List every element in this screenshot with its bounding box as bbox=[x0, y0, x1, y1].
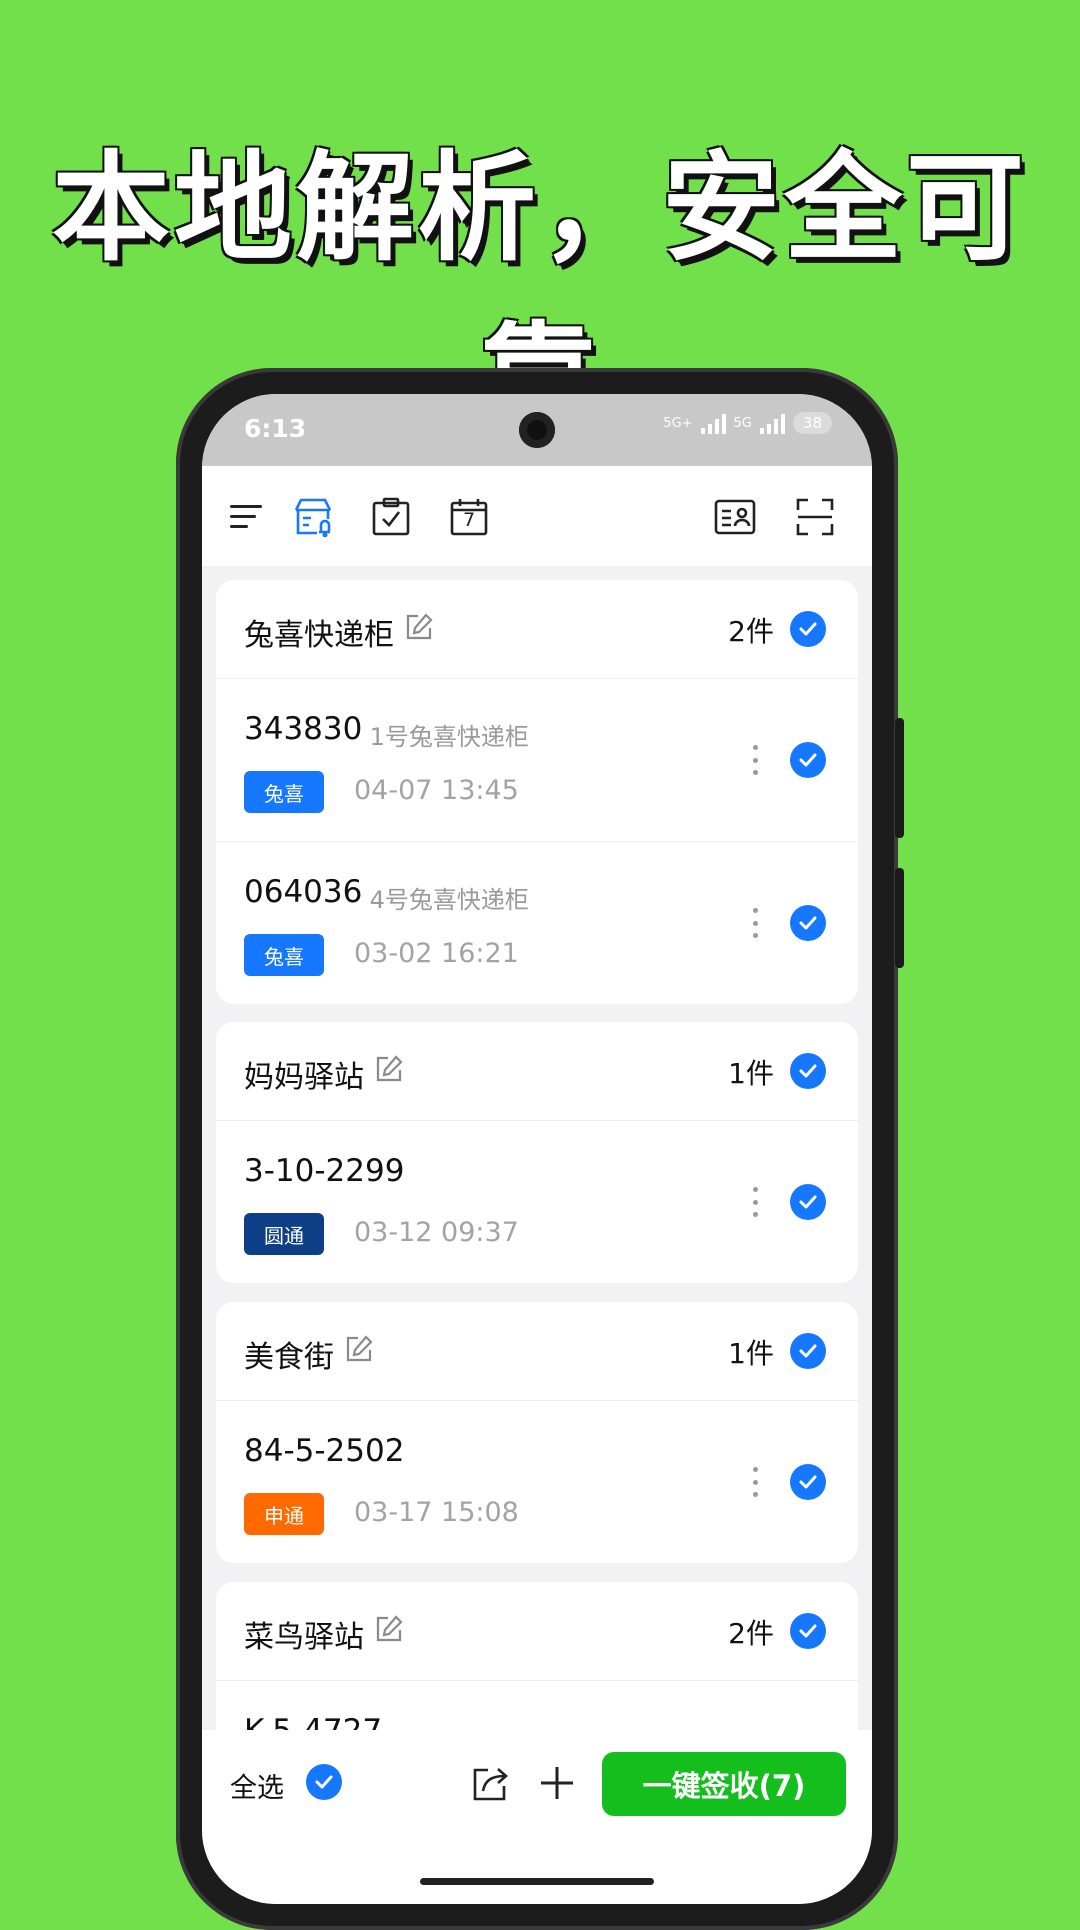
group-count: 2件 bbox=[728, 615, 774, 648]
add-icon[interactable] bbox=[536, 1762, 578, 1804]
signal-icon bbox=[700, 412, 726, 434]
more-options-icon[interactable] bbox=[752, 908, 758, 938]
package-item[interactable]: K-5-4727 bbox=[216, 1681, 858, 1730]
more-options-icon[interactable] bbox=[752, 1187, 758, 1217]
contact-card-icon[interactable] bbox=[714, 496, 756, 538]
arrival-time: 03-12 09:37 bbox=[354, 1217, 519, 1248]
group-name: 美食街 bbox=[244, 1340, 334, 1375]
power-button bbox=[895, 868, 904, 968]
locker-location: 4号兔喜快递柜 bbox=[369, 886, 529, 914]
pickup-group-card: 美食街 1件 84-5-2502 申通 03-17 15:08 bbox=[216, 1302, 858, 1563]
menu-icon[interactable] bbox=[226, 496, 268, 538]
edit-icon[interactable] bbox=[404, 612, 434, 642]
package-item[interactable]: 343830 1号兔喜快递柜兔喜 04-07 13:45 bbox=[216, 679, 858, 842]
carrier-tag: 兔喜 bbox=[244, 934, 324, 976]
group-count: 1件 bbox=[728, 1057, 774, 1090]
status-bar: 6:13 5G+ 5G 38 bbox=[202, 394, 872, 466]
group-select-checkbox[interactable] bbox=[790, 611, 826, 647]
group-name: 菜鸟驿站 bbox=[244, 1620, 364, 1655]
share-icon[interactable] bbox=[470, 1762, 512, 1804]
group-select-checkbox[interactable] bbox=[790, 1613, 826, 1649]
pickup-code: K-5-4727 bbox=[244, 1713, 382, 1730]
volume-button bbox=[895, 718, 904, 838]
package-item[interactable]: 064036 4号兔喜快递柜兔喜 03-02 16:21 bbox=[216, 842, 858, 1004]
carrier-tag: 兔喜 bbox=[244, 771, 324, 813]
group-name: 兔喜快递柜 bbox=[244, 618, 394, 653]
arrival-time: 04-07 13:45 bbox=[354, 775, 519, 806]
edit-icon[interactable] bbox=[374, 1054, 404, 1084]
network-label-2: 5G bbox=[733, 415, 752, 431]
more-options-icon[interactable] bbox=[752, 745, 758, 775]
pickup-group-card: 妈妈驿站 1件 3-10-2299 圆通 03-12 09:37 bbox=[216, 1022, 858, 1283]
phone-frame: 6:13 5G+ 5G 38 7 兔喜快递柜 2件 343830 1号兔喜快递柜… bbox=[176, 368, 904, 1930]
pickup-group-card: 菜鸟驿站 2件 K-5-4727 bbox=[216, 1582, 858, 1730]
group-header: 菜鸟驿站 2件 bbox=[216, 1582, 858, 1681]
select-all-label[interactable]: 全选 bbox=[230, 1766, 284, 1805]
more-options-icon[interactable] bbox=[752, 1467, 758, 1497]
item-select-checkbox[interactable] bbox=[790, 1464, 826, 1500]
front-camera bbox=[519, 412, 555, 448]
group-header: 兔喜快递柜 2件 bbox=[216, 580, 858, 679]
top-toolbar: 7 bbox=[202, 466, 872, 566]
clipboard-check-icon[interactable] bbox=[370, 496, 412, 538]
home-indicator[interactable] bbox=[420, 1878, 654, 1885]
pickup-code: 343830 bbox=[244, 711, 363, 747]
item-select-checkbox[interactable] bbox=[790, 1184, 826, 1220]
pickup-code: 3-10-2299 bbox=[244, 1153, 405, 1189]
arrival-time: 03-17 15:08 bbox=[354, 1497, 519, 1528]
scan-icon[interactable] bbox=[794, 496, 836, 538]
package-list[interactable]: 兔喜快递柜 2件 343830 1号兔喜快递柜兔喜 04-07 13:45 064036 4… bbox=[202, 566, 872, 1730]
phone-screen: 6:13 5G+ 5G 38 7 兔喜快递柜 2件 343830 1号兔喜快递柜… bbox=[202, 394, 872, 1904]
confirm-pickup-button[interactable]: 一键签收(7) bbox=[602, 1752, 846, 1816]
group-select-checkbox[interactable] bbox=[790, 1333, 826, 1369]
edit-icon[interactable] bbox=[374, 1614, 404, 1644]
locker-location: 1号兔喜快递柜 bbox=[369, 723, 529, 751]
battery-icon: 38 bbox=[792, 412, 832, 434]
calendar-day: 7 bbox=[462, 509, 476, 531]
item-select-checkbox[interactable] bbox=[790, 905, 826, 941]
package-item[interactable]: 3-10-2299 圆通 03-12 09:37 bbox=[216, 1121, 858, 1283]
package-item[interactable]: 84-5-2502 申通 03-17 15:08 bbox=[216, 1401, 858, 1563]
pickup-code: 84-5-2502 bbox=[244, 1433, 405, 1469]
group-count: 1件 bbox=[728, 1337, 774, 1370]
group-name: 妈妈驿站 bbox=[244, 1060, 364, 1095]
edit-icon[interactable] bbox=[344, 1334, 374, 1364]
select-all-checkbox[interactable] bbox=[306, 1764, 342, 1800]
group-count: 2件 bbox=[728, 1617, 774, 1650]
group-select-checkbox[interactable] bbox=[790, 1053, 826, 1089]
group-header: 妈妈驿站 1件 bbox=[216, 1022, 858, 1121]
bottom-bar: 全选 一键签收(7) bbox=[202, 1730, 872, 1904]
status-time: 6:13 bbox=[244, 414, 307, 443]
group-header: 美食街 1件 bbox=[216, 1302, 858, 1401]
carrier-tag: 圆通 bbox=[244, 1213, 324, 1255]
locker-icon[interactable] bbox=[292, 496, 334, 538]
carrier-tag: 申通 bbox=[244, 1493, 324, 1535]
signal-icon bbox=[759, 412, 785, 434]
network-label-1: 5G+ bbox=[663, 415, 693, 431]
calendar-icon[interactable]: 7 bbox=[448, 496, 490, 538]
arrival-time: 03-02 16:21 bbox=[354, 938, 519, 969]
pickup-code: 064036 bbox=[244, 874, 363, 910]
pickup-group-card: 兔喜快递柜 2件 343830 1号兔喜快递柜兔喜 04-07 13:45 064036 4… bbox=[216, 580, 858, 1004]
item-select-checkbox[interactable] bbox=[790, 742, 826, 778]
status-icons: 5G+ 5G 38 bbox=[663, 412, 832, 434]
